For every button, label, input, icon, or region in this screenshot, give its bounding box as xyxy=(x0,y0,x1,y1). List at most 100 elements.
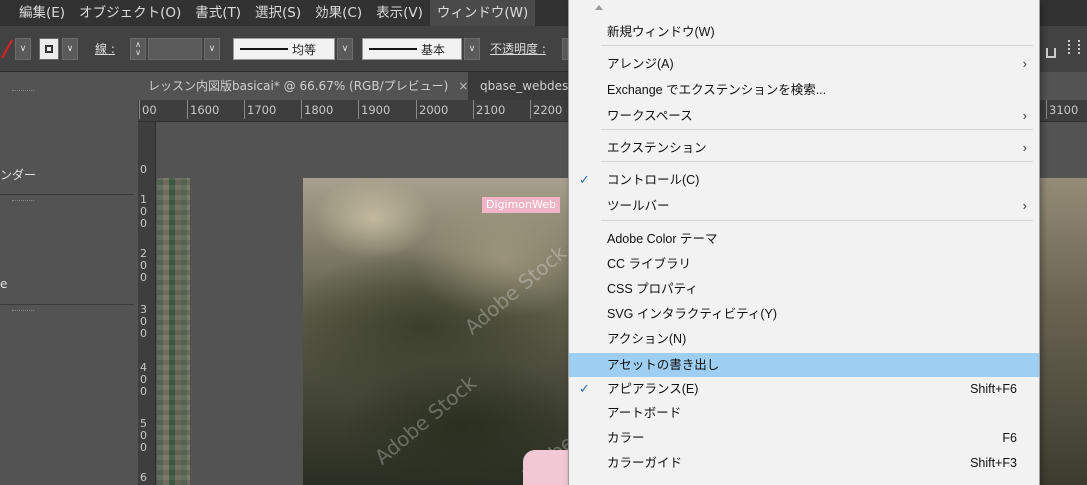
panel-label: e xyxy=(0,277,8,291)
control-bar-right xyxy=(1040,26,1087,72)
stepper-icon[interactable]: ∧ ∨ xyxy=(130,38,146,60)
ruler-tick: 0 xyxy=(140,217,147,230)
menu-item[interactable]: Adobe Color テーマ xyxy=(569,227,1039,251)
pink-shape[interactable] xyxy=(523,450,568,485)
menu-item-label: ワークスペース xyxy=(607,109,693,123)
menu-edit[interactable]: 編集(E) xyxy=(12,0,72,26)
ruler-tick: 6 xyxy=(140,471,147,484)
menu-item[interactable]: カラーガイド Shift+F3 xyxy=(569,451,1039,475)
grid-icon[interactable] xyxy=(1068,40,1080,54)
brush-definition[interactable]: 基本 xyxy=(362,38,462,60)
square-icon xyxy=(45,45,53,53)
ruler-tick: 00 xyxy=(139,100,157,119)
menu-object[interactable]: オブジェクト(O) xyxy=(72,0,188,26)
tab-label: qbase_webdesig xyxy=(480,79,568,93)
ruler-tick: 2 xyxy=(140,247,147,260)
menu-item[interactable]: アクション(N) xyxy=(569,327,1039,351)
menu-select[interactable]: 選択(S) xyxy=(248,0,308,26)
artwork-image-left[interactable] xyxy=(157,178,190,485)
menu-item[interactable]: エクステンション › xyxy=(569,136,1039,160)
menu-item[interactable]: ツールバー › xyxy=(569,194,1039,218)
menu-item[interactable]: CSS プロパティ xyxy=(569,277,1039,301)
submenu-arrow-icon: › xyxy=(1022,56,1027,71)
menu-effect[interactable]: 効果(C) xyxy=(308,0,369,26)
ruler-tick: 1700 xyxy=(243,100,277,119)
ruler-tick: 2000 xyxy=(415,100,449,119)
menu-window[interactable]: ウィンドウ(W) xyxy=(429,0,536,26)
submenu-arrow-icon: › xyxy=(1022,198,1027,213)
menu-item[interactable]: SVG インタラクティビティ(Y) xyxy=(569,302,1039,326)
chevron-down-icon[interactable]: ∨ xyxy=(204,38,220,60)
menu-item-label: アートボード xyxy=(607,406,682,420)
stroke-weight-field[interactable] xyxy=(148,38,202,60)
stroke-label: 線 : xyxy=(95,42,115,56)
ruler-tick: 0 xyxy=(140,271,147,284)
menu-item[interactable]: アートボード xyxy=(569,401,1039,425)
menu-item-label: Exchange でエクステンションを検索... xyxy=(607,83,827,97)
chevron-down-icon[interactable]: ∨ xyxy=(15,38,31,60)
document-tabs: レッスン内図版basicai* @ 66.67% (RGB/プレビュー) × qb… xyxy=(138,72,568,100)
menu-item[interactable]: ワークスペース › xyxy=(569,104,1039,128)
menu-item[interactable]: 新規ウィンドウ(W) xyxy=(569,20,1039,44)
menu-item[interactable]: アセットの書き出し xyxy=(569,353,1039,377)
menu-item-shortcut: Shift+F6 xyxy=(970,382,1017,396)
ruler-tick: 2100 xyxy=(472,100,506,119)
menu-separator xyxy=(601,45,1033,46)
artwork-photo[interactable]: Adobe Stock Adobe Stock Adobe Stock xyxy=(303,178,626,485)
vertical-ruler: 0 1 0 0 2 0 0 3 0 0 4 0 0 5 0 0 6 xyxy=(138,122,156,485)
menu-item-label: アレンジ(A) xyxy=(607,57,674,71)
menu-separator xyxy=(601,129,1033,130)
menu-item[interactable]: ✓ アピアランス(E) Shift+F6 xyxy=(569,377,1039,401)
ruler-tick: 1 xyxy=(140,193,147,206)
grip-icon[interactable] xyxy=(12,90,34,93)
watermark-text: Adobe Stock xyxy=(459,240,572,340)
ruler-tick: 1600 xyxy=(186,100,220,119)
variable-width-profile[interactable]: 均等 xyxy=(233,38,335,60)
menu-item[interactable]: アレンジ(A) › xyxy=(569,52,1039,76)
menu-view[interactable]: 表示(V) xyxy=(369,0,430,26)
grip-icon[interactable] xyxy=(12,200,34,203)
ruler-tick: 0 xyxy=(140,205,147,218)
line-icon xyxy=(369,48,417,50)
stroke-color-swatch[interactable] xyxy=(0,38,14,60)
grip-icon[interactable] xyxy=(12,310,34,313)
ruler-tick: 1800 xyxy=(300,100,334,119)
submenu-arrow-icon: › xyxy=(1022,108,1027,123)
menu-item-label: アピアランス(E) xyxy=(607,382,699,396)
checkmark-icon: ✓ xyxy=(579,381,590,396)
menu-item-label: コントロール(C) xyxy=(607,173,700,187)
stroke-swatch[interactable] xyxy=(39,38,59,60)
ruler-tick: 0 xyxy=(140,327,147,340)
left-panel: ンダー e xyxy=(0,84,134,485)
menu-item-label: 新規ウィンドウ(W) xyxy=(607,25,715,39)
menu-item[interactable]: ✓ コントロール(C) xyxy=(569,168,1039,192)
watermark-label: DigimonWeb xyxy=(482,197,560,213)
menu-item[interactable]: カラー F6 xyxy=(569,426,1039,450)
close-icon[interactable]: × xyxy=(458,79,468,93)
window-menu-dropdown: 新規ウィンドウ(W) アレンジ(A) › Exchange でエクステンションを検索.… xyxy=(568,0,1040,485)
watermark-text: Adobe Stock xyxy=(369,370,482,470)
menu-type[interactable]: 書式(T) xyxy=(188,0,248,26)
menu-item-label: CC ライブラリ xyxy=(607,257,692,271)
menu-item[interactable]: CC ライブラリ xyxy=(569,252,1039,276)
checkmark-icon: ✓ xyxy=(579,172,590,187)
chevron-down-icon[interactable]: ∨ xyxy=(337,38,353,60)
menu-item-label: エクステンション xyxy=(607,141,707,155)
ruler-tick: 5 xyxy=(140,417,147,430)
panel-icon[interactable] xyxy=(1046,48,1056,58)
panel-divider xyxy=(0,194,134,195)
ruler-tick: 0 xyxy=(140,163,147,176)
menu-item[interactable]: Exchange でエクステンションを検索... xyxy=(569,78,1039,102)
artwork-photo-right[interactable] xyxy=(1040,178,1087,485)
tab-lesson-doc[interactable]: レッスン内図版basicai* @ 66.67% (RGB/プレビュー) × xyxy=(138,72,468,100)
tab-qbase-doc[interactable]: qbase_webdesig xyxy=(470,72,568,100)
chevron-down-icon[interactable]: ∨ xyxy=(464,38,480,60)
ruler-tick: 0 xyxy=(140,259,147,272)
opacity-label[interactable]: 不透明度 : xyxy=(490,38,546,60)
ruler-tick: 0 xyxy=(140,429,147,442)
menu-item-label: カラー xyxy=(607,431,645,445)
profile-label: 均等 xyxy=(292,42,317,57)
scroll-up-arrow-icon[interactable] xyxy=(595,5,603,10)
ruler-tick: 0 xyxy=(140,373,147,386)
chevron-down-icon[interactable]: ∨ xyxy=(62,38,78,60)
